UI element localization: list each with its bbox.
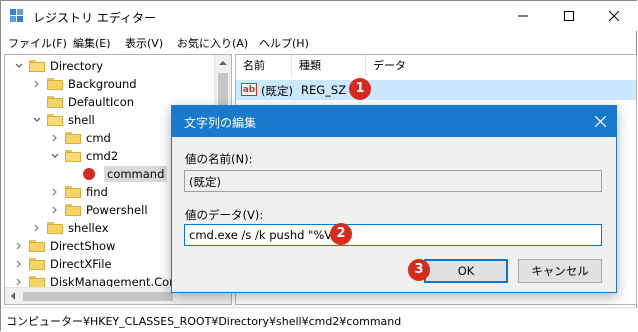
folder-icon: [65, 186, 81, 198]
folder-icon: [65, 132, 81, 144]
chevron-right-icon[interactable]: [31, 222, 43, 234]
record-dot-icon: [83, 168, 95, 180]
tree-item-defaulticon[interactable]: DefaultIcon: [47, 93, 134, 111]
chevron-right-icon[interactable]: [49, 132, 61, 144]
tree-item-command[interactable]: command: [83, 165, 168, 183]
chevron-down-icon[interactable]: [49, 150, 61, 162]
close-icon: [609, 11, 619, 21]
chevron-right-icon[interactable]: [13, 258, 25, 270]
chevron-right-icon[interactable]: [49, 204, 61, 216]
tree-item-cmd2[interactable]: cmd2: [49, 147, 118, 165]
step-badge-2: 2: [330, 223, 352, 245]
step-badge-1: 1: [349, 78, 371, 100]
value-name-label: 値の名前(N):: [185, 152, 253, 166]
tree-item-label: find: [86, 185, 108, 199]
title-bar: レジストリ エディター: [1, 1, 637, 31]
tree-item-cmd[interactable]: cmd: [49, 129, 111, 147]
folder-icon: [47, 96, 63, 108]
dialog-title: 文字列の編集: [184, 116, 257, 130]
maximize-button[interactable]: [546, 1, 592, 31]
close-button[interactable]: [591, 1, 637, 31]
value-row[interactable]: ab (既定) REG_SZ: [236, 80, 636, 100]
edit-string-dialog: 文字列の編集 値の名前(N): (既定) 値のデータ(V): cmd.exe /…: [171, 105, 617, 293]
tree-item-label: Directory: [50, 59, 104, 73]
minimize-icon: [518, 15, 528, 17]
tree-item-shellex[interactable]: shellex: [31, 219, 108, 237]
dialog-close-button[interactable]: [585, 106, 616, 137]
scroll-left-icon[interactable]: [9, 292, 17, 300]
tree-item-shell[interactable]: shell: [31, 111, 95, 129]
window-title: レジストリ エディター: [33, 11, 156, 25]
value-data-input[interactable]: cmd.exe /s /k pushd "%V": [184, 224, 602, 246]
menu-favorites[interactable]: お気に入り(A): [177, 35, 248, 51]
chevron-right-icon[interactable]: [31, 78, 43, 90]
folder-icon: [65, 150, 81, 162]
chevron-down-icon[interactable]: [13, 60, 25, 72]
folder-icon: [65, 204, 81, 216]
scroll-up-icon[interactable]: [219, 59, 227, 67]
tree-item-label: Powershell: [86, 203, 148, 217]
menu-edit[interactable]: 編集(E): [73, 35, 111, 51]
tree-item-label: cmd: [86, 131, 111, 145]
tree-item-find[interactable]: find: [49, 183, 108, 201]
menu-help[interactable]: ヘルプ(H): [259, 35, 309, 51]
value-type: REG_SZ: [301, 83, 347, 97]
tree-item-label: cmd2: [86, 149, 119, 163]
value-name: (既定): [261, 84, 293, 98]
menu-view[interactable]: 表示(V): [125, 35, 163, 51]
column-header-name[interactable]: 名前: [236, 55, 292, 77]
tree-item-directxfile[interactable]: DirectXFile: [13, 255, 112, 273]
folder-icon: [47, 222, 63, 234]
value-data-label: 値のデータ(V):: [185, 208, 264, 222]
value-data-text: cmd.exe /s /k pushd "%V": [189, 228, 338, 242]
status-path: コンピューター¥HKEY_CLASSES_ROOT¥Directory¥shel…: [6, 315, 402, 328]
tree-item-directshow[interactable]: DirectShow: [13, 237, 115, 255]
chevron-down-icon[interactable]: [31, 114, 43, 126]
minimize-button[interactable]: [500, 1, 546, 31]
value-name-field: (既定): [184, 170, 602, 192]
step-badge-3: 3: [408, 259, 430, 281]
ok-button[interactable]: OK: [424, 259, 508, 283]
tree-item-label: DefaultIcon: [68, 95, 135, 109]
scroll-thumb[interactable]: [23, 292, 173, 301]
chevron-right-icon[interactable]: [13, 240, 25, 252]
folder-icon: [47, 78, 63, 90]
tree-item-label: command: [104, 166, 168, 182]
chevron-right-icon[interactable]: [49, 186, 61, 198]
cancel-button[interactable]: キャンセル: [518, 259, 602, 283]
maximize-icon: [564, 11, 574, 21]
menu-bar: ファイル(F) 編集(E) 表示(V) お気に入り(A) ヘルプ(H): [1, 32, 637, 52]
tree-item-powershell[interactable]: Powershell: [49, 201, 148, 219]
folder-icon: [29, 60, 45, 72]
column-header-data[interactable]: データ: [366, 55, 636, 77]
folder-icon: [47, 114, 63, 126]
regedit-icon: [10, 9, 23, 22]
folder-icon: [29, 258, 45, 270]
tree-item-background[interactable]: Background: [31, 75, 137, 93]
close-icon: [595, 116, 606, 127]
tree-item-directory[interactable]: Directory: [13, 57, 103, 75]
column-header-type[interactable]: 種類: [292, 55, 366, 77]
tree-item-label: shell: [68, 113, 95, 127]
folder-icon: [29, 240, 45, 252]
tree-item-label: shellex: [68, 221, 109, 235]
tree-item-label: Background: [68, 77, 137, 91]
string-value-icon: ab: [241, 83, 257, 96]
tree-item-label: DirectShow: [50, 239, 116, 253]
dialog-title-bar: 文字列の編集: [172, 106, 616, 137]
menu-file[interactable]: ファイル(F): [8, 35, 67, 51]
status-bar: コンピューター¥HKEY_CLASSES_ROOT¥Directory¥shel…: [1, 307, 637, 332]
tree-item-label: DirectXFile: [50, 257, 112, 271]
